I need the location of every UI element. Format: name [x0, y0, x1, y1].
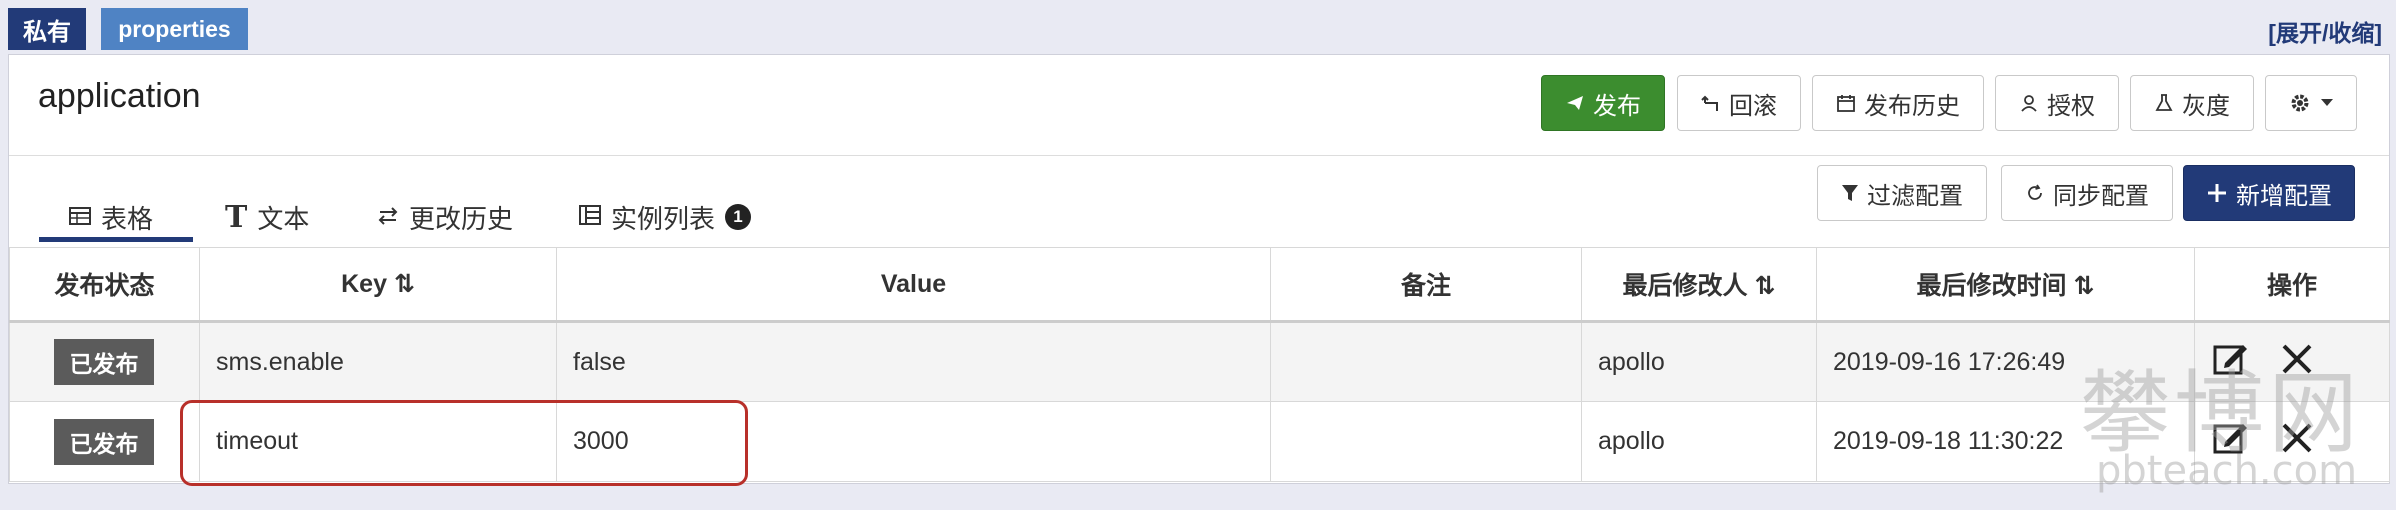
status-badge: 已发布 [54, 339, 154, 385]
column-header-status: 发布状态 [9, 247, 200, 323]
text-icon: T [225, 199, 248, 235]
namespace-bar: 私有 properties [展开/收缩] [0, 0, 2396, 54]
instance-count-badge: 1 [725, 204, 752, 230]
tab-table[interactable]: 表格 [69, 195, 153, 239]
column-header-modified-time[interactable]: 最后修改时间 ⇅ [1816, 247, 2195, 323]
status-badge: 已发布 [54, 418, 154, 465]
refresh-icon [2025, 183, 2045, 203]
publish-button[interactable]: 发布 [1541, 75, 1665, 131]
gray-release-button[interactable]: 灰度 [2130, 75, 2254, 131]
comment-cell [1270, 321, 1582, 402]
sort-icon[interactable]: ⇅ [1755, 272, 1776, 300]
value-cell: 3000 [556, 401, 1271, 482]
watermark-url: pbteach.com [2096, 448, 2358, 494]
authorize-button[interactable]: 授权 [1995, 75, 2119, 131]
filter-icon [1841, 183, 1859, 203]
namespace-panel: application 发布 回滚 发布历史 授权 灰度 表格 T 文本 更改历… [8, 54, 2390, 484]
tab-text[interactable]: T 文本 [225, 195, 309, 239]
flask-icon [2154, 93, 2174, 113]
column-header-key[interactable]: Key ⇅ [199, 247, 557, 323]
plus-icon [2206, 182, 2228, 204]
comment-cell [1270, 401, 1582, 482]
add-config-button[interactable]: 新增配置 [2183, 165, 2355, 221]
private-badge: 私有 [8, 8, 86, 50]
app-title: application [38, 77, 201, 115]
table-row: 已发布 timeout 3000 apollo 2019-09-18 11:30… [9, 401, 2390, 482]
rollback-icon [1701, 93, 1721, 113]
list-icon [579, 202, 601, 233]
namespace-badge: properties [101, 8, 248, 50]
column-header-operations: 操作 [2194, 247, 2390, 323]
value-cell: false [556, 321, 1271, 402]
filter-config-button[interactable]: 过滤配置 [1817, 165, 1987, 221]
table-row: 已发布 sms.enable false apollo 2019-09-16 1… [9, 321, 2390, 402]
view-tabs: 表格 T 文本 更改历史 实例列表 1 过滤配置 同步配置 新增配置 [9, 155, 2389, 247]
caret-down-icon [2320, 98, 2334, 108]
key-cell: timeout [199, 401, 557, 482]
rollback-button[interactable]: 回滚 [1677, 75, 1801, 131]
send-icon [1565, 93, 1585, 113]
sort-icon[interactable]: ⇅ [2074, 272, 2095, 300]
sync-config-button[interactable]: 同步配置 [2001, 165, 2173, 221]
gear-icon [2288, 91, 2312, 115]
modifier-cell: apollo [1581, 321, 1817, 402]
swap-icon [377, 202, 399, 233]
column-header-comment: 备注 [1270, 247, 1582, 323]
key-cell: sms.enable [199, 321, 557, 402]
user-icon [2019, 93, 2039, 113]
config-table: 发布状态 Key ⇅ Value 备注 最后修改人 ⇅ 最后修改时间 ⇅ 操作 … [9, 247, 2390, 482]
column-header-modifier[interactable]: 最后修改人 ⇅ [1581, 247, 1817, 323]
table-icon [69, 202, 91, 233]
modifier-cell: apollo [1581, 401, 1817, 482]
sort-icon[interactable]: ⇅ [394, 270, 415, 298]
expand-collapse-link[interactable]: [展开/收缩] [2268, 14, 2382, 48]
active-tab-indicator [39, 237, 193, 242]
table-header-row: 发布状态 Key ⇅ Value 备注 最后修改人 ⇅ 最后修改时间 ⇅ 操作 [9, 247, 2390, 323]
tab-instance-list[interactable]: 实例列表 1 [579, 195, 752, 239]
tab-change-history[interactable]: 更改历史 [377, 195, 513, 239]
settings-dropdown-button[interactable] [2265, 75, 2357, 131]
panel-header: application 发布 回滚 发布历史 授权 灰度 [9, 55, 2389, 156]
column-header-value: Value [556, 247, 1271, 323]
calendar-icon [1836, 93, 1856, 113]
publish-history-button[interactable]: 发布历史 [1812, 75, 1984, 131]
